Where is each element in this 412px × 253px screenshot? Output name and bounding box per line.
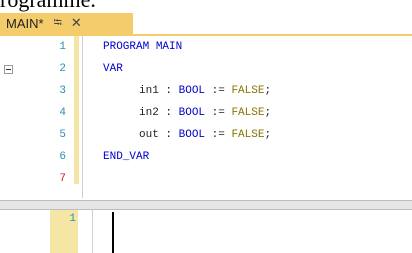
change-indicator-bar: 1: [50, 210, 78, 253]
tab-main[interactable]: MAIN* ⭾ ✕: [0, 13, 133, 35]
document-caption-fragment: rogramme.: [0, 0, 160, 14]
code-line-2: VAR: [103, 62, 123, 77]
type-bool: BOOL: [178, 107, 206, 119]
type-bool: BOOL: [178, 129, 206, 141]
line-number: 6: [59, 151, 66, 163]
line-number: 1: [69, 213, 76, 225]
literal-false: FALSE: [231, 85, 265, 97]
code-text-area[interactable]: PROGRAM MAIN VAR in1 : BOOL := FALSE; in…: [82, 36, 412, 198]
line-number: 5: [59, 129, 66, 141]
program-name: MAIN: [149, 41, 183, 53]
change-indicator-bar: [74, 36, 79, 184]
close-icon[interactable]: ✕: [71, 15, 82, 31]
gutter-separator: [92, 210, 93, 253]
code-line-5: out : BOOL := FALSE;: [139, 128, 271, 143]
line-number-current: 7: [59, 173, 66, 185]
implementation-editor[interactable]: 1: [0, 210, 412, 253]
line-number: 1: [59, 41, 66, 53]
keyword-end-var: END_VAR: [103, 151, 150, 163]
fold-collapse-icon[interactable]: [4, 65, 13, 74]
keyword-program: PROGRAM: [103, 41, 150, 53]
tab-title: MAIN*: [6, 15, 44, 31]
line-number: 3: [59, 85, 66, 97]
assign-op: :=: [205, 85, 232, 97]
pin-icon[interactable]: ⭾: [54, 14, 62, 33]
assign-op: :=: [205, 107, 232, 119]
assign-op: :=: [205, 129, 232, 141]
line-number: 4: [59, 107, 66, 119]
declaration-editor[interactable]: 1 2 3 4 5 6 7 PROGRAM MAIN VAR in1 : BOO…: [0, 36, 412, 198]
colon: :: [158, 107, 179, 119]
identifier: in1: [139, 85, 159, 97]
semicolon: ;: [264, 85, 272, 97]
literal-false: FALSE: [231, 129, 265, 141]
type-bool: BOOL: [178, 85, 206, 97]
pane-splitter[interactable]: [0, 200, 412, 210]
text-cursor: [112, 212, 114, 253]
colon: :: [158, 129, 179, 141]
colon: :: [158, 85, 179, 97]
line-number-gutter: 1 2 3 4 5 6 7: [0, 36, 72, 198]
editor-tab-bar: MAIN* ⭾ ✕: [0, 13, 412, 35]
line-number: 2: [59, 63, 66, 75]
semicolon: ;: [264, 107, 272, 119]
code-line-1: PROGRAM MAIN: [103, 40, 182, 55]
semicolon: ;: [264, 129, 272, 141]
identifier: out: [139, 129, 159, 141]
code-line-6: END_VAR: [103, 150, 149, 165]
literal-false: FALSE: [231, 107, 265, 119]
keyword-var: VAR: [103, 63, 123, 75]
code-line-3: in1 : BOOL := FALSE;: [139, 84, 271, 99]
code-line-4: in2 : BOOL := FALSE;: [139, 106, 271, 121]
identifier: in2: [139, 107, 159, 119]
